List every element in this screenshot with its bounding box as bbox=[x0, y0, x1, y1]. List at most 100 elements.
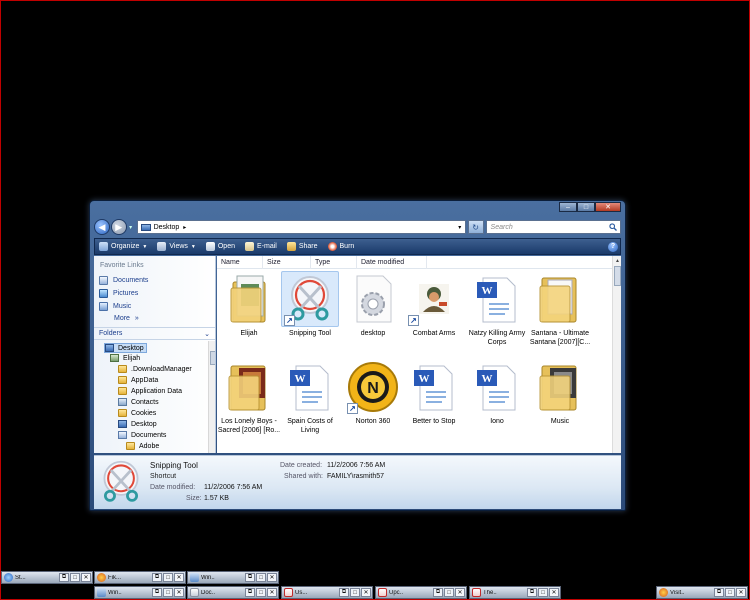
taskbar-button-start[interactable]: St... ⧉ □ ✕ bbox=[1, 571, 93, 584]
favorite-link-documents[interactable]: Documents bbox=[99, 276, 148, 285]
column-header-type[interactable]: Type bbox=[311, 256, 357, 269]
maximize-button[interactable]: □ bbox=[725, 588, 735, 597]
restore-button[interactable]: ⧉ bbox=[245, 588, 255, 597]
file-item-spain-costs-of-living[interactable]: W Spain Costs of Living bbox=[278, 359, 342, 441]
file-item-label: Better to Stop bbox=[412, 418, 456, 425]
file-item-combat-arms[interactable]: ↗ Combat Arms bbox=[402, 271, 466, 353]
tree-item-contacts[interactable]: Contacts bbox=[118, 398, 159, 406]
forward-button[interactable]: ▶ bbox=[110, 219, 127, 235]
close-button[interactable]: ✕ bbox=[455, 588, 465, 597]
breadcrumb-arrow-icon[interactable]: ▸ bbox=[183, 224, 186, 231]
burn-button[interactable]: Burn bbox=[327, 242, 354, 251]
maximize-button[interactable]: □ bbox=[163, 588, 173, 597]
help-button[interactable]: ? bbox=[608, 241, 618, 252]
taskbar-button-firefox[interactable]: Fik... ⧉ □ ✕ bbox=[94, 571, 186, 584]
search-icon[interactable] bbox=[606, 223, 620, 231]
maximize-button[interactable]: □ bbox=[538, 588, 548, 597]
refresh-button[interactable]: ↻ bbox=[467, 220, 484, 234]
file-item-los-lonely-boys[interactable]: Los Lonely Boys - Sacred [2006] [Ro... bbox=[217, 359, 281, 441]
tree-item-elijah[interactable]: Elijah bbox=[110, 354, 140, 362]
file-item-music[interactable]: Music bbox=[528, 359, 592, 441]
taskbar-button-window[interactable]: Win... ⧉ □ ✕ bbox=[187, 571, 279, 584]
file-item-elijah[interactable]: Elijah bbox=[217, 271, 281, 353]
minimize-button[interactable]: – bbox=[559, 202, 577, 212]
file-item-desktop[interactable]: desktop bbox=[341, 271, 405, 353]
file-item-better-to-stop[interactable]: W Better to Stop bbox=[402, 359, 466, 441]
address-dropdown-icon[interactable]: ▾ bbox=[455, 221, 465, 233]
tree-item-downloadmanager[interactable]: .DownloadManager bbox=[118, 365, 192, 373]
close-button[interactable]: ✕ bbox=[549, 588, 559, 597]
maximize-button[interactable]: □ bbox=[444, 588, 454, 597]
restore-button[interactable]: ⧉ bbox=[245, 573, 255, 582]
maximize-button[interactable]: □ bbox=[163, 573, 173, 582]
favorite-link-pictures[interactable]: Pictures bbox=[99, 289, 138, 298]
more-label: More bbox=[114, 315, 130, 322]
taskbar-button-firefox-2[interactable]: Visit... ⧉ □ ✕ bbox=[656, 586, 748, 599]
close-button[interactable]: ✕ bbox=[361, 588, 371, 597]
tree-item-appdata[interactable]: AppData bbox=[118, 376, 158, 384]
maximize-button[interactable]: □ bbox=[256, 573, 266, 582]
close-button[interactable]: ✕ bbox=[267, 573, 277, 582]
restore-button[interactable]: ⧉ bbox=[152, 588, 162, 597]
restore-button[interactable]: ⧉ bbox=[152, 573, 162, 582]
organize-button[interactable]: Organize ▼ bbox=[99, 242, 147, 251]
file-item-norton-360[interactable]: N ↗ Norton 360 bbox=[341, 359, 405, 441]
tree-item-desktop[interactable]: Desktop bbox=[104, 343, 147, 353]
taskbar-button-window-2[interactable]: Win... ⧉ □ ✕ bbox=[94, 586, 186, 599]
maximize-button[interactable]: □ bbox=[70, 573, 80, 582]
column-header-size[interactable]: Size bbox=[263, 256, 311, 269]
maximize-button[interactable]: □ bbox=[577, 202, 595, 212]
close-button[interactable]: ✕ bbox=[736, 588, 746, 597]
tree-item-application-data[interactable]: Application Data bbox=[118, 387, 182, 395]
search-input[interactable]: Search bbox=[485, 220, 621, 234]
email-button[interactable]: E-mail bbox=[244, 242, 277, 251]
taskbar-button-pdf-1[interactable]: Us... ⧉ □ ✕ bbox=[281, 586, 373, 599]
favorite-link-music[interactable]: Music bbox=[99, 302, 131, 311]
taskbar-button-pdf-2[interactable]: Upc... ⧉ □ ✕ bbox=[375, 586, 467, 599]
file-list-scroll-thumb[interactable] bbox=[614, 266, 621, 286]
close-button[interactable]: ✕ bbox=[267, 588, 277, 597]
maximize-button[interactable]: □ bbox=[350, 588, 360, 597]
restore-button[interactable]: ⧉ bbox=[433, 588, 443, 597]
restore-button[interactable]: ⧉ bbox=[527, 588, 537, 597]
close-button[interactable]: ✕ bbox=[81, 573, 91, 582]
firefox-icon bbox=[659, 588, 668, 597]
address-location[interactable]: Desktop bbox=[154, 224, 180, 231]
file-item-natzy-killing-army-corps[interactable]: W Natzy Killing Army Corps bbox=[465, 271, 529, 353]
column-header-date-modified[interactable]: Date modified bbox=[357, 256, 427, 269]
chevron-down-icon: ⌄ bbox=[204, 330, 210, 338]
tile-image: W bbox=[468, 271, 526, 327]
restore-button[interactable]: ⧉ bbox=[339, 588, 349, 597]
folders-heading[interactable]: Folders ⌄ bbox=[94, 327, 215, 340]
restore-button[interactable]: ⧉ bbox=[714, 588, 724, 597]
taskbar-button-document[interactable]: Doc... ⧉ □ ✕ bbox=[187, 586, 279, 599]
scroll-up-icon[interactable]: ▲ bbox=[613, 256, 621, 265]
back-button[interactable]: ◀ bbox=[94, 219, 110, 235]
recent-pages-dropdown[interactable]: ▾ bbox=[127, 224, 135, 231]
close-button[interactable]: ✕ bbox=[174, 573, 184, 582]
tree-item-desktop-sub[interactable]: Desktop bbox=[118, 420, 157, 428]
tree-item-documents[interactable]: Documents bbox=[118, 431, 166, 439]
tree-item-cookies[interactable]: Cookies bbox=[118, 409, 156, 417]
tree-item-adobe[interactable]: Adobe bbox=[126, 442, 159, 450]
close-button[interactable]: ✕ bbox=[595, 202, 621, 212]
file-item-iono[interactable]: W Iono bbox=[465, 359, 529, 441]
tree-scrollbar[interactable] bbox=[208, 341, 215, 453]
caption-buttons: – □ ✕ bbox=[559, 202, 621, 212]
open-button[interactable]: Open bbox=[205, 242, 235, 251]
close-button[interactable]: ✕ bbox=[174, 588, 184, 597]
views-button[interactable]: Views ▼ bbox=[157, 242, 196, 251]
address-bar[interactable]: Desktop ▸ ▾ bbox=[136, 220, 466, 234]
more-link[interactable]: More » bbox=[114, 315, 139, 322]
shared-with-value: FAMILY\rasmith57 bbox=[327, 473, 385, 480]
taskbar-button-pdf-3[interactable]: The... ⧉ □ ✕ bbox=[469, 586, 561, 599]
file-item-label: Music bbox=[550, 418, 570, 425]
column-header-name[interactable]: Name bbox=[217, 256, 263, 269]
share-button[interactable]: Share bbox=[286, 242, 318, 251]
file-item-snipping-tool[interactable]: ↗ Snipping Tool bbox=[278, 271, 342, 353]
file-item-santana[interactable]: Santana - Ultimate Santana [2007][C... bbox=[528, 271, 592, 353]
restore-button[interactable]: ⧉ bbox=[59, 573, 69, 582]
file-list-scrollbar[interactable]: ▲ bbox=[612, 256, 621, 453]
maximize-button[interactable]: □ bbox=[256, 588, 266, 597]
tree-scroll-thumb[interactable] bbox=[210, 351, 215, 365]
